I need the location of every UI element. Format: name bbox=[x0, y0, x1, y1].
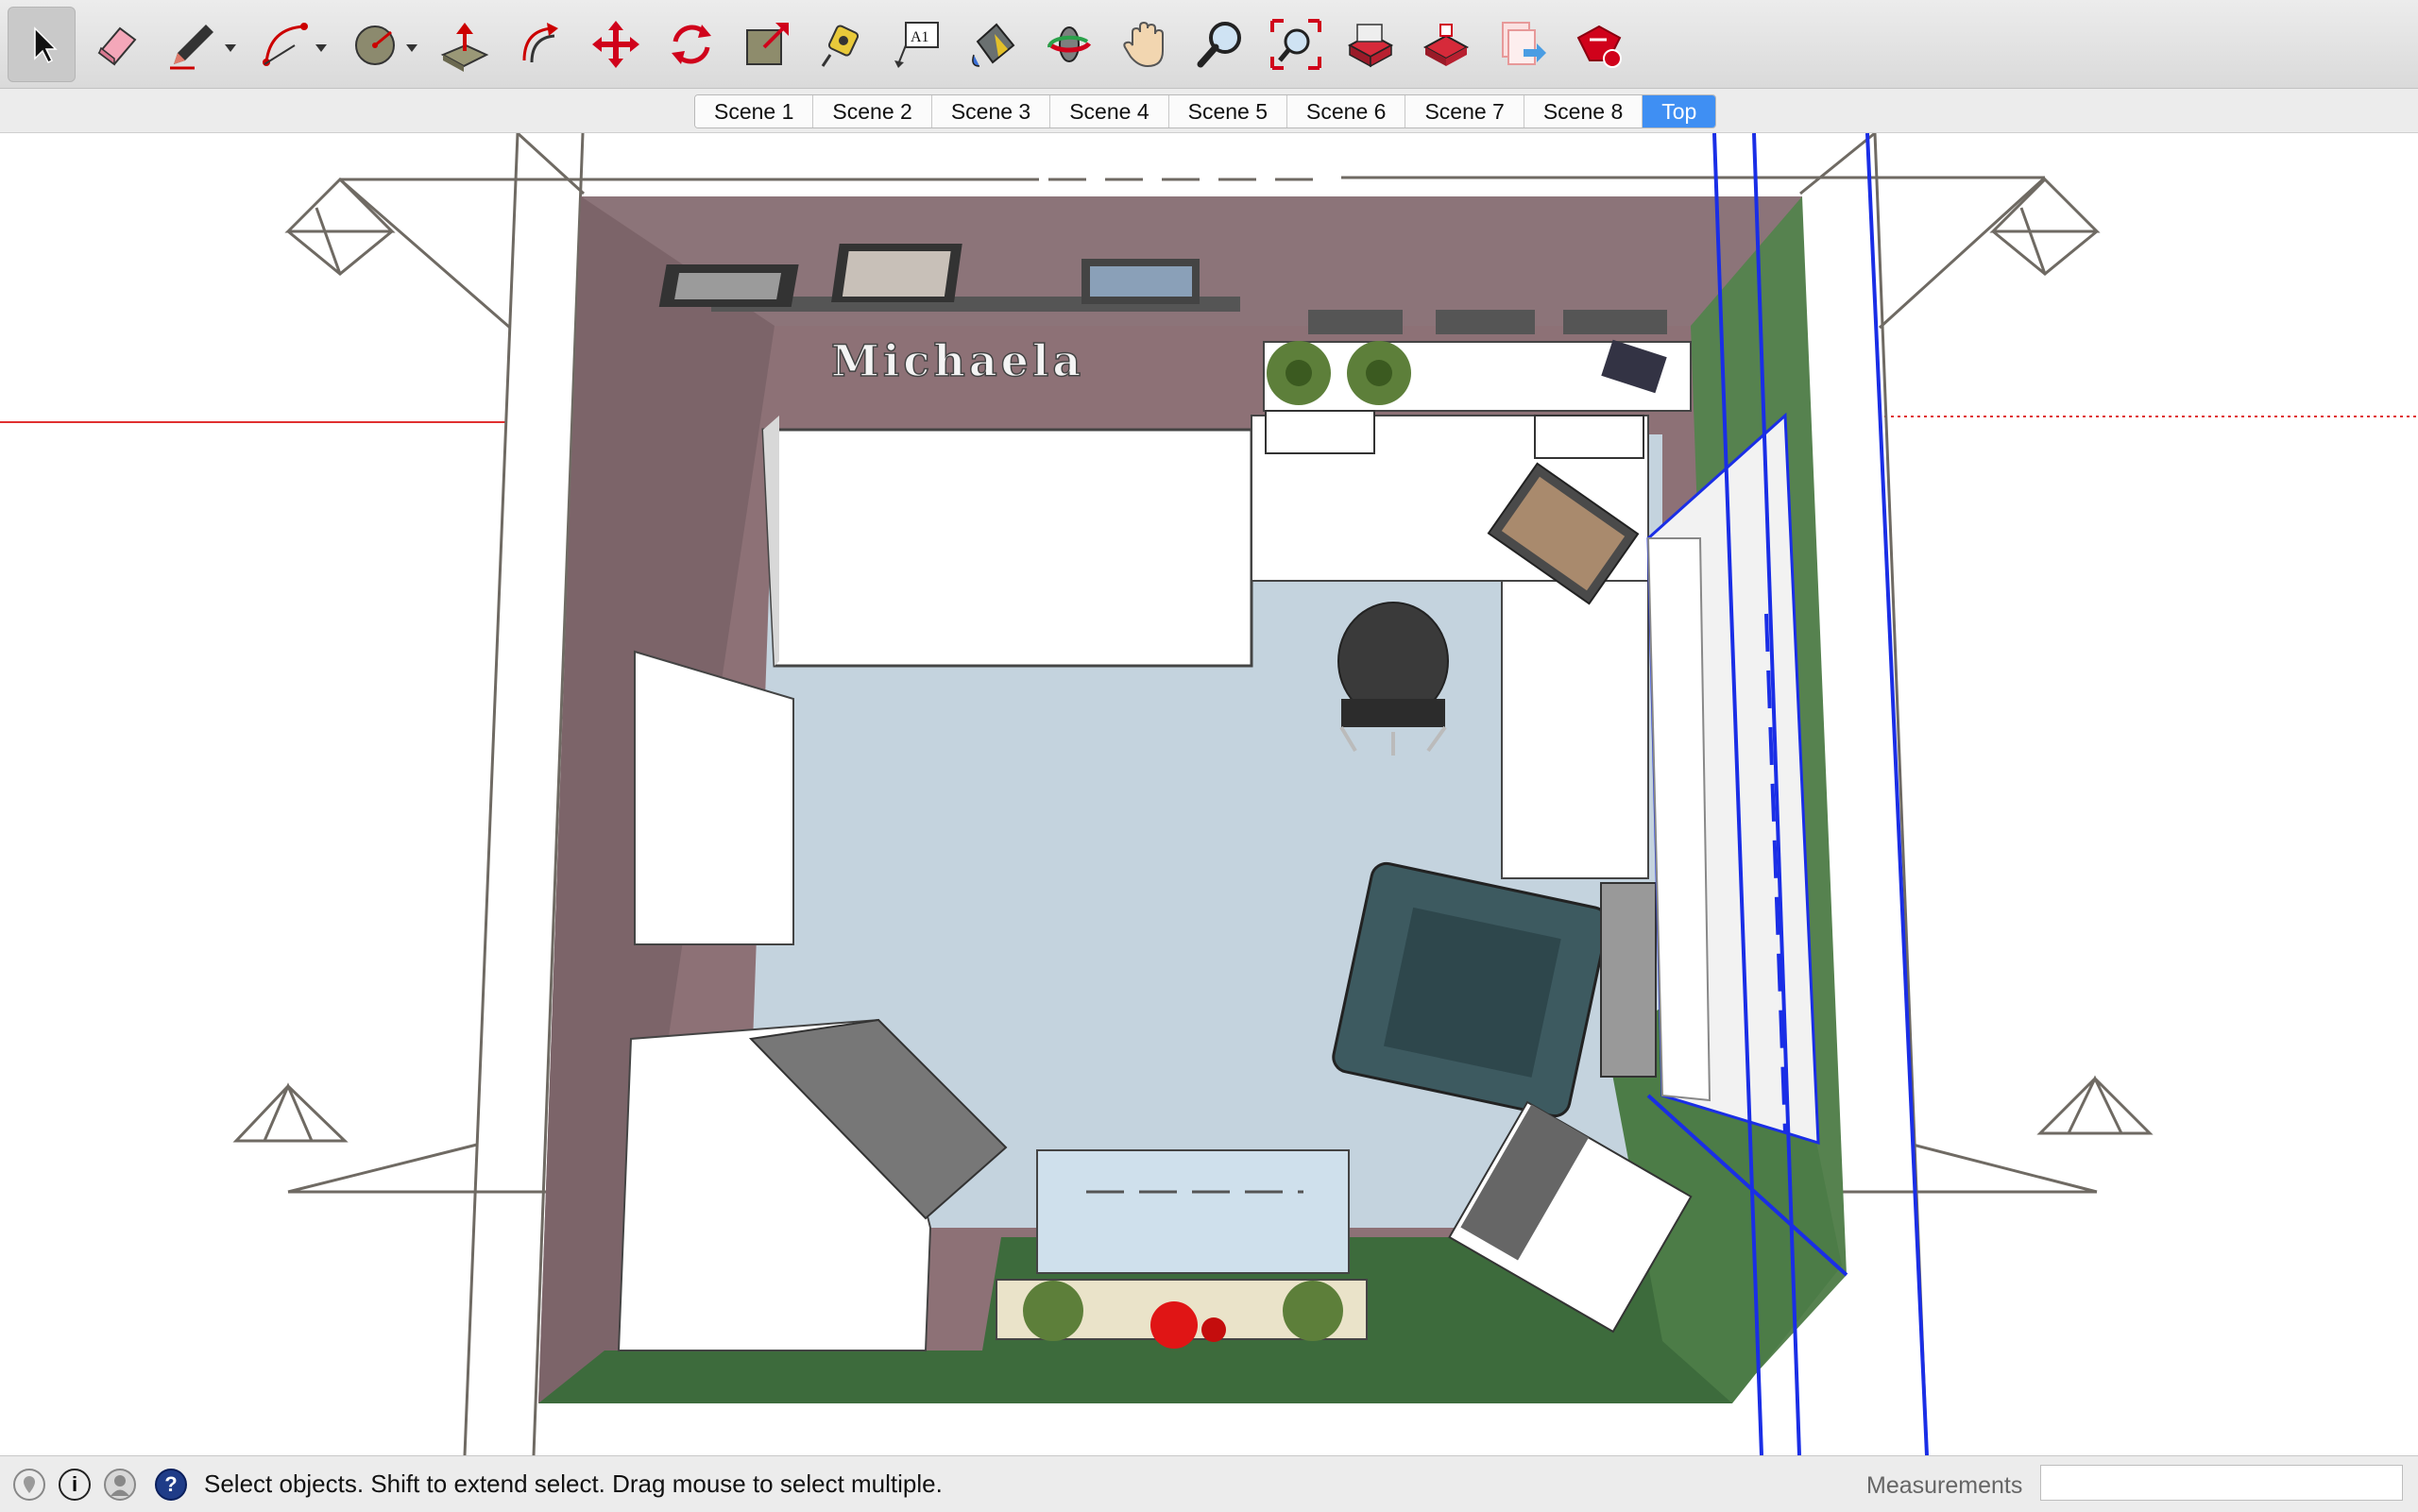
scene-tab-bar: Scene 1 Scene 2 Scene 3 Scene 4 Scene 5 … bbox=[0, 89, 2418, 133]
tv-stand[interactable] bbox=[1036, 1149, 1350, 1274]
3d-warehouse-tool[interactable] bbox=[1337, 7, 1405, 82]
user-account-icon[interactable] bbox=[104, 1469, 136, 1501]
bed[interactable] bbox=[761, 428, 1253, 668]
desk-drawer bbox=[1534, 415, 1644, 459]
tab-scene-5[interactable]: Scene 5 bbox=[1168, 95, 1288, 127]
shape-tool[interactable] bbox=[340, 7, 423, 82]
tape-measure-tool[interactable] bbox=[809, 7, 877, 82]
extension-warehouse-tool-icon bbox=[1422, 23, 1470, 66]
rotate-tool[interactable] bbox=[657, 7, 725, 82]
help-icon[interactable]: ? bbox=[155, 1469, 187, 1501]
scene-tabs: Scene 1 Scene 2 Scene 3 Scene 4 Scene 5 … bbox=[694, 94, 1717, 128]
orbit-tool[interactable] bbox=[1035, 7, 1103, 82]
tab-top[interactable]: Top bbox=[1643, 95, 1716, 127]
radiator bbox=[1600, 882, 1657, 1078]
paint-bucket-tool[interactable] bbox=[960, 7, 1028, 82]
credits-icon[interactable]: i bbox=[59, 1469, 91, 1501]
move-tool-icon bbox=[592, 20, 639, 68]
pan-tool[interactable] bbox=[1111, 7, 1179, 82]
move-tool[interactable] bbox=[582, 7, 650, 82]
extension-manager-tool[interactable] bbox=[1564, 7, 1632, 82]
text-tool[interactable]: A1 bbox=[884, 7, 952, 82]
tab-scene-7[interactable]: Scene 7 bbox=[1405, 95, 1524, 127]
tab-scene-8[interactable]: Scene 8 bbox=[1524, 95, 1643, 127]
zoom-extents-tool-icon bbox=[1270, 18, 1321, 70]
tab-scene-4[interactable]: Scene 4 bbox=[1050, 95, 1169, 127]
line-tool[interactable] bbox=[159, 7, 242, 82]
warehouse-tool-icon bbox=[1347, 23, 1394, 67]
wardrobe bbox=[634, 650, 794, 945]
measurements-field[interactable] bbox=[2040, 1465, 2403, 1501]
offset-tool[interactable] bbox=[506, 7, 574, 82]
tab-scene-3[interactable]: Scene 3 bbox=[931, 95, 1051, 127]
send-to-layout-tool[interactable] bbox=[1489, 7, 1557, 82]
main-toolbar: A1 bbox=[0, 0, 2418, 89]
shape-tool-icon bbox=[355, 25, 395, 65]
desk-frames bbox=[1308, 310, 1667, 334]
arc-tool-dropdown-icon[interactable] bbox=[315, 43, 327, 52]
select-tool-icon bbox=[34, 25, 58, 63]
desk-side[interactable] bbox=[1501, 580, 1649, 879]
scale-tool-icon bbox=[746, 22, 789, 65]
desk-drawer bbox=[1265, 410, 1375, 454]
extension-manager-tool-icon bbox=[1576, 25, 1622, 68]
offset-tool-icon bbox=[522, 22, 558, 62]
status-bar: i ? Select objects. Shift to extend sele… bbox=[0, 1455, 2418, 1512]
eraser-tool[interactable] bbox=[83, 7, 151, 82]
scale-tool[interactable] bbox=[733, 7, 801, 82]
zoom-extents-tool[interactable] bbox=[1262, 7, 1330, 82]
send-to-layout-tool-icon bbox=[1502, 21, 1546, 65]
push-pull-tool-icon bbox=[440, 22, 489, 72]
pencil-line-tool-icon bbox=[170, 24, 213, 69]
model-canvas[interactable]: Michaela bbox=[0, 133, 2418, 1455]
select-tool[interactable] bbox=[8, 6, 76, 82]
push-pull-tool[interactable] bbox=[431, 7, 499, 82]
shape-tool-dropdown-icon[interactable] bbox=[406, 43, 417, 52]
paint-bucket-tool-icon bbox=[972, 23, 1015, 67]
tape-measure-tool-icon bbox=[821, 24, 860, 67]
rotate-tool-icon bbox=[672, 24, 711, 64]
text-tool-icon: A1 bbox=[894, 21, 939, 68]
pan-tool-icon bbox=[1123, 21, 1164, 67]
tab-scene-1[interactable]: Scene 1 bbox=[695, 95, 814, 127]
zoom-tool-icon bbox=[1197, 21, 1241, 67]
status-message: Select objects. Shift to extend select. … bbox=[204, 1470, 943, 1498]
tab-scene-6[interactable]: Scene 6 bbox=[1287, 95, 1406, 127]
tab-scene-2[interactable]: Scene 2 bbox=[813, 95, 932, 127]
arc-tool-icon bbox=[263, 22, 308, 66]
measurements-label: Measurements bbox=[1866, 1472, 2023, 1499]
zoom-tool[interactable] bbox=[1186, 7, 1254, 82]
model-viewport[interactable]: Michaela bbox=[0, 133, 2418, 1455]
geo-location-icon[interactable] bbox=[13, 1469, 45, 1501]
arc-tool[interactable] bbox=[249, 7, 332, 82]
extension-warehouse-tool[interactable] bbox=[1413, 7, 1481, 82]
svg-text:A1: A1 bbox=[911, 29, 929, 45]
eraser-tool-icon bbox=[97, 26, 137, 65]
orbit-tool-icon bbox=[1047, 25, 1092, 62]
line-tool-dropdown-icon[interactable] bbox=[225, 43, 236, 52]
wall-name-text: Michaela bbox=[831, 335, 1084, 386]
